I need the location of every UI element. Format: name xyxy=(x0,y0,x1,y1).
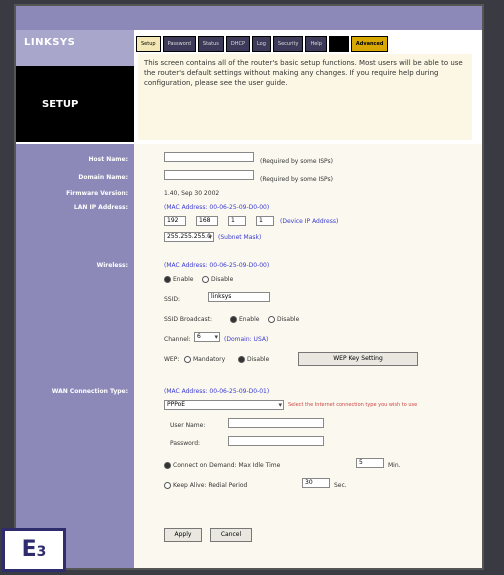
subnet-mask-hint: (Subnet Mask) xyxy=(218,234,262,241)
password-label: Password: xyxy=(170,440,201,447)
lan-ip-octet-4[interactable]: 1 xyxy=(256,216,274,226)
domain-name-label: Domain Name: xyxy=(78,174,128,181)
host-name-label: Host Name: xyxy=(88,156,128,163)
wireless-mac-address: (MAC Address: 00-06-25-09-D0-00) xyxy=(164,262,270,269)
password-input[interactable] xyxy=(228,436,324,446)
lan-ip-octet-1[interactable]: 192 xyxy=(164,216,186,226)
broadcast-disable-radio[interactable]: Disable xyxy=(268,316,299,323)
tab-password[interactable]: Password xyxy=(162,36,196,52)
lan-ip-label: LAN IP Address: xyxy=(73,204,128,211)
lan-mac-address: (MAC Address: 00-06-25-09-D0-00) xyxy=(164,204,270,211)
ssid-broadcast-label: SSID Broadcast: xyxy=(164,316,212,323)
wep-mandatory-radio[interactable]: Mandatory xyxy=(184,356,225,363)
user-name-input[interactable] xyxy=(228,418,324,428)
channel-label: Channel: xyxy=(164,336,191,343)
lan-ip-octet-2[interactable]: 168 xyxy=(196,216,218,226)
user-name-label: User Name: xyxy=(170,422,206,429)
top-band xyxy=(16,6,482,30)
brand-logo: LINKSYS xyxy=(24,37,76,48)
tab-log[interactable]: Log xyxy=(251,36,271,52)
keep-alive-radio[interactable]: Keep Alive: Redial Period xyxy=(164,482,247,489)
wep-disable-radio[interactable]: Disable xyxy=(238,356,269,363)
badge-letter: E xyxy=(21,537,37,562)
max-idle-time-input[interactable]: 5 xyxy=(356,458,384,468)
settings-form: (Required by some ISPs) (Required by som… xyxy=(134,144,482,568)
wep-key-setting-button[interactable]: WEP Key Setting xyxy=(298,352,418,366)
domain-name-input[interactable] xyxy=(164,170,254,180)
lan-ip-hint: (Device IP Address) xyxy=(280,218,339,225)
apply-button[interactable]: Apply xyxy=(164,528,202,542)
redial-period-input[interactable]: 30 xyxy=(302,478,330,488)
tab-setup[interactable]: Setup xyxy=(136,36,161,52)
wan-type-select[interactable]: PPPoE xyxy=(164,400,284,410)
step-badge: E3 xyxy=(2,528,66,572)
router-setup-window: LINKSYS SETUP Setup Password Status DHCP… xyxy=(14,4,484,570)
connect-on-demand-radio[interactable]: Connect on Demand: Max Idle Time xyxy=(164,462,280,469)
tab-help[interactable]: Help xyxy=(305,36,327,52)
lan-ip-octet-3[interactable]: 1 xyxy=(228,216,246,226)
tab-security[interactable]: Security xyxy=(272,36,304,52)
wep-label: WEP: xyxy=(164,356,180,363)
setup-description: This screen contains all of the router's… xyxy=(138,54,472,140)
tab-dhcp[interactable]: DHCP xyxy=(225,36,250,52)
subnet-mask-select[interactable]: 255.255.255.0 xyxy=(164,232,214,242)
tab-advanced[interactable]: Advanced xyxy=(350,36,389,52)
page-title: SETUP xyxy=(16,66,134,142)
ssid-input[interactable]: linksys xyxy=(208,292,270,302)
wireless-enable-radio[interactable]: Enable xyxy=(164,276,193,283)
wan-mac-address: (MAC Address: 00-06-25-09-D0-01) xyxy=(164,388,270,395)
ssid-label: SSID: xyxy=(164,296,181,303)
badge-number: 3 xyxy=(36,544,47,560)
host-name-hint: (Required by some ISPs) xyxy=(260,158,334,165)
channel-domain: (Domain: USA) xyxy=(224,336,269,343)
redial-unit: Sec. xyxy=(334,482,347,489)
labels-column: Host Name: Domain Name: Firmware Version… xyxy=(16,144,134,568)
tab-bar: Setup Password Status DHCP Log Security … xyxy=(136,36,389,52)
domain-name-hint: (Required by some ISPs) xyxy=(260,176,334,183)
broadcast-enable-radio[interactable]: Enable xyxy=(230,316,259,323)
firmware-label: Firmware Version: xyxy=(66,190,128,197)
wan-type-hint: Select the Internet connection type you … xyxy=(288,402,418,408)
wan-type-label: WAN Connection Type: xyxy=(51,388,128,395)
channel-select[interactable]: 6 xyxy=(194,332,220,342)
wireless-label: Wireless: xyxy=(96,262,128,269)
cancel-button[interactable]: Cancel xyxy=(210,528,252,542)
idle-unit: Min. xyxy=(388,462,401,469)
host-name-input[interactable] xyxy=(164,152,254,162)
wireless-disable-radio[interactable]: Disable xyxy=(202,276,233,283)
tab-spacer xyxy=(328,36,349,52)
tab-status[interactable]: Status xyxy=(197,36,224,52)
firmware-version: 1.40, Sep 30 2002 xyxy=(164,190,220,197)
